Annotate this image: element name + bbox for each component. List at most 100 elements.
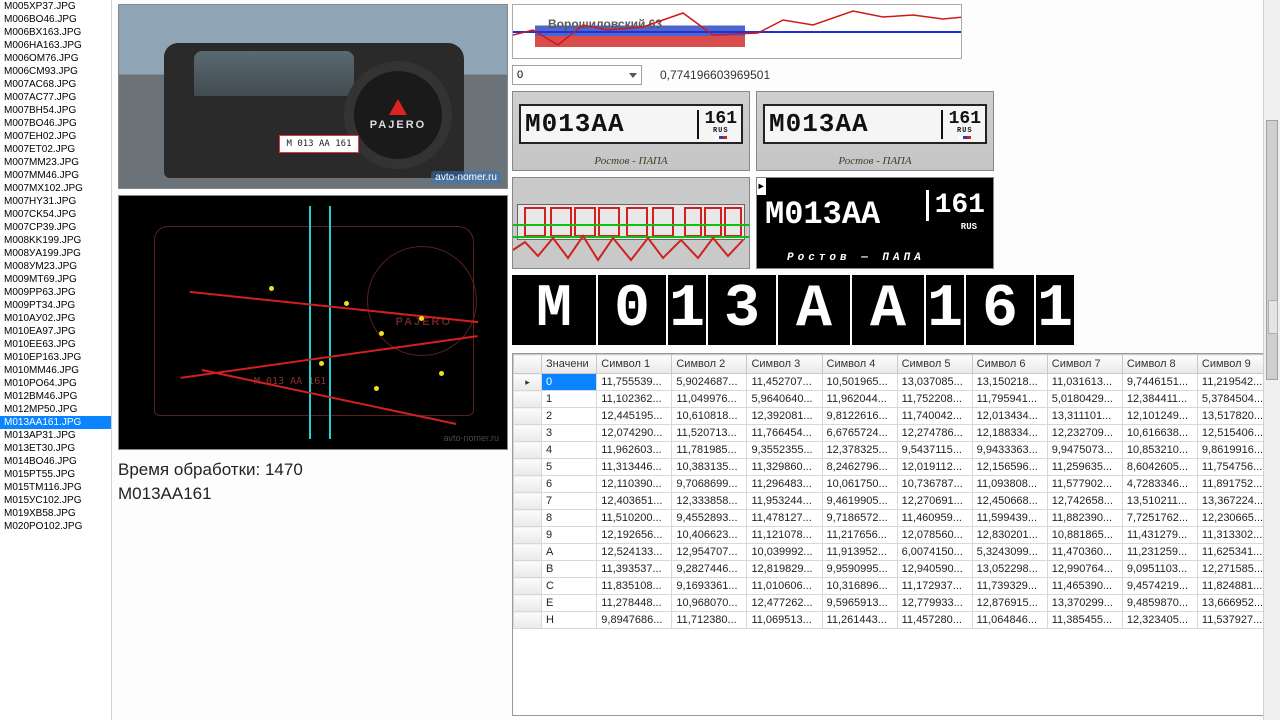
grid-cell[interactable]: 12,013434...	[972, 408, 1047, 425]
grid-cell[interactable]: 11,520713...	[672, 425, 747, 442]
file-list-item[interactable]: M013AP31.JPG	[0, 429, 111, 442]
grid-row-label[interactable]: E	[542, 595, 597, 612]
grid-cell[interactable]: 13,311101...	[1047, 408, 1122, 425]
grid-cell[interactable]: 11,470360...	[1047, 544, 1122, 561]
grid-cell[interactable]: 7,7251762...	[1122, 510, 1197, 527]
table-row[interactable]: A12,524133...12,954707...10,039992...11,…	[514, 544, 1273, 561]
grid-cell[interactable]: 12,403651...	[597, 493, 672, 510]
grid-cell[interactable]: 13,150218...	[972, 374, 1047, 391]
grid-cell[interactable]: 9,5437115...	[897, 442, 972, 459]
table-row[interactable]: E11,278448...10,968070...12,477262...9,5…	[514, 595, 1273, 612]
grid-cell[interactable]: 12,230665...	[1197, 510, 1272, 527]
grid-cell[interactable]: 11,739329...	[972, 578, 1047, 595]
grid-cell[interactable]: 11,261443...	[822, 612, 897, 629]
grid-cell[interactable]: 10,853210...	[1122, 442, 1197, 459]
grid-cell[interactable]: 12,524133...	[597, 544, 672, 561]
grid-cell[interactable]: 9,0951103...	[1122, 561, 1197, 578]
file-list-item[interactable]: M009PT34.JPG	[0, 299, 111, 312]
file-list-item[interactable]: M006OM76.JPG	[0, 52, 111, 65]
grid-cell[interactable]: 11,313302...	[1197, 527, 1272, 544]
file-list-item[interactable]: M007MM46.JPG	[0, 169, 111, 182]
file-list-item[interactable]: M010EE63.JPG	[0, 338, 111, 351]
grid-row-label[interactable]: 7	[542, 493, 597, 510]
file-list-item[interactable]: M015УC102.JPG	[0, 494, 111, 507]
grid-cell[interactable]: 11,049976...	[672, 391, 747, 408]
grid-cell[interactable]: 10,736787...	[897, 476, 972, 493]
grid-cell[interactable]: 13,370299...	[1047, 595, 1122, 612]
grid-cell[interactable]: 11,835108...	[597, 578, 672, 595]
grid-cell[interactable]: 12,019112...	[897, 459, 972, 476]
grid-cell[interactable]: 11,457280...	[897, 612, 972, 629]
grid-cell[interactable]: 12,940590...	[897, 561, 972, 578]
grid-cell[interactable]: 5,3784504...	[1197, 391, 1272, 408]
file-list-item[interactable]: M009PP63.JPG	[0, 286, 111, 299]
grid-cell[interactable]: 12,188334...	[972, 425, 1047, 442]
grid-cell[interactable]: 12,192656...	[597, 527, 672, 544]
grid-cell[interactable]: 5,9640640...	[747, 391, 822, 408]
grid-cell[interactable]: 6,6765724...	[822, 425, 897, 442]
grid-cell[interactable]: 11,460959...	[897, 510, 972, 527]
grid-row-label[interactable]: 2	[542, 408, 597, 425]
grid-cell[interactable]: 10,610818...	[672, 408, 747, 425]
grid-cell[interactable]: 10,968070...	[672, 595, 747, 612]
grid-cell[interactable]: 11,824881...	[1197, 578, 1272, 595]
grid-column-header[interactable]: Символ 8	[1122, 355, 1197, 374]
grid-cell[interactable]: 12,392081...	[747, 408, 822, 425]
file-list-item[interactable]: M007ET02.JPG	[0, 143, 111, 156]
grid-cell[interactable]: 11,599439...	[972, 510, 1047, 527]
table-row[interactable]: H9,8947686...11,712380...11,069513...11,…	[514, 612, 1273, 629]
grid-cell[interactable]: 9,5965913...	[822, 595, 897, 612]
grid-row-label[interactable]: 1	[542, 391, 597, 408]
grid-column-header[interactable]: Символ 3	[747, 355, 822, 374]
grid-cell[interactable]: 11,781985...	[672, 442, 747, 459]
grid-cell[interactable]: 12,333858...	[672, 493, 747, 510]
grid-row-label[interactable]: H	[542, 612, 597, 629]
grid-cell[interactable]: 9,8947686...	[597, 612, 672, 629]
grid-column-header[interactable]: Значени	[542, 355, 597, 374]
grid-row-label[interactable]: 3	[542, 425, 597, 442]
grid-cell[interactable]: 11,172937...	[897, 578, 972, 595]
grid-cell[interactable]: 9,9433363...	[972, 442, 1047, 459]
grid-row-label[interactable]: 8	[542, 510, 597, 527]
grid-column-header[interactable]: Символ 2	[672, 355, 747, 374]
grid-cell[interactable]: 12,384411...	[1122, 391, 1197, 408]
grid-cell[interactable]: 9,8619916...	[1197, 442, 1272, 459]
grid-cell[interactable]: 9,9475073...	[1047, 442, 1122, 459]
grid-cell[interactable]: 11,913952...	[822, 544, 897, 561]
file-list-item[interactable]: M013ET30.JPG	[0, 442, 111, 455]
grid-cell[interactable]: 10,039992...	[747, 544, 822, 561]
grid-cell[interactable]: 9,4552893...	[672, 510, 747, 527]
grid-cell[interactable]: 12,078560...	[897, 527, 972, 544]
grid-cell[interactable]: 9,7186572...	[822, 510, 897, 527]
grid-cell[interactable]: 5,9024687...	[672, 374, 747, 391]
table-row[interactable]: 011,755539...5,9024687...11,452707...10,…	[514, 374, 1273, 391]
grid-cell[interactable]: 12,876915...	[972, 595, 1047, 612]
grid-column-header[interactable]: Символ 9	[1197, 355, 1272, 374]
grid-cell[interactable]: 13,666952...	[1197, 595, 1272, 612]
grid-cell[interactable]: 8,6042605...	[1122, 459, 1197, 476]
grid-cell[interactable]: 9,3552355...	[747, 442, 822, 459]
grid-cell[interactable]: 12,779933...	[897, 595, 972, 612]
grid-cell[interactable]: 11,296483...	[747, 476, 822, 493]
grid-cell[interactable]: 9,4619905...	[822, 493, 897, 510]
table-row[interactable]: 111,102362...11,049976...5,9640640...11,…	[514, 391, 1273, 408]
grid-cell[interactable]: 11,962044...	[822, 391, 897, 408]
file-list-item[interactable]: M010MM46.JPG	[0, 364, 111, 377]
file-list-item[interactable]: M013AA161.JPG	[0, 416, 111, 429]
grid-cell[interactable]: 12,271585...	[1197, 561, 1272, 578]
table-row[interactable]: 212,445195...10,610818...12,392081...9,8…	[514, 408, 1273, 425]
grid-cell[interactable]: 12,156596...	[972, 459, 1047, 476]
grid-cell[interactable]: 11,329860...	[747, 459, 822, 476]
table-row[interactable]: 811,510200...9,4552893...11,478127...9,7…	[514, 510, 1273, 527]
panel-splitter-icon[interactable]	[1268, 300, 1278, 334]
grid-cell[interactable]: 10,881865...	[1047, 527, 1122, 544]
file-list-item[interactable]: M010PO64.JPG	[0, 377, 111, 390]
grid-cell[interactable]: 12,274786...	[897, 425, 972, 442]
grid-cell[interactable]: 10,061750...	[822, 476, 897, 493]
file-list-item[interactable]: M012MP50.JPG	[0, 403, 111, 416]
grid-cell[interactable]: 12,101249...	[1122, 408, 1197, 425]
grid-cell[interactable]: 8,2462796...	[822, 459, 897, 476]
grid-cell[interactable]: 4,7283346...	[1122, 476, 1197, 493]
window-scrollbar[interactable]	[1263, 0, 1280, 720]
grid-cell[interactable]: 10,406623...	[672, 527, 747, 544]
